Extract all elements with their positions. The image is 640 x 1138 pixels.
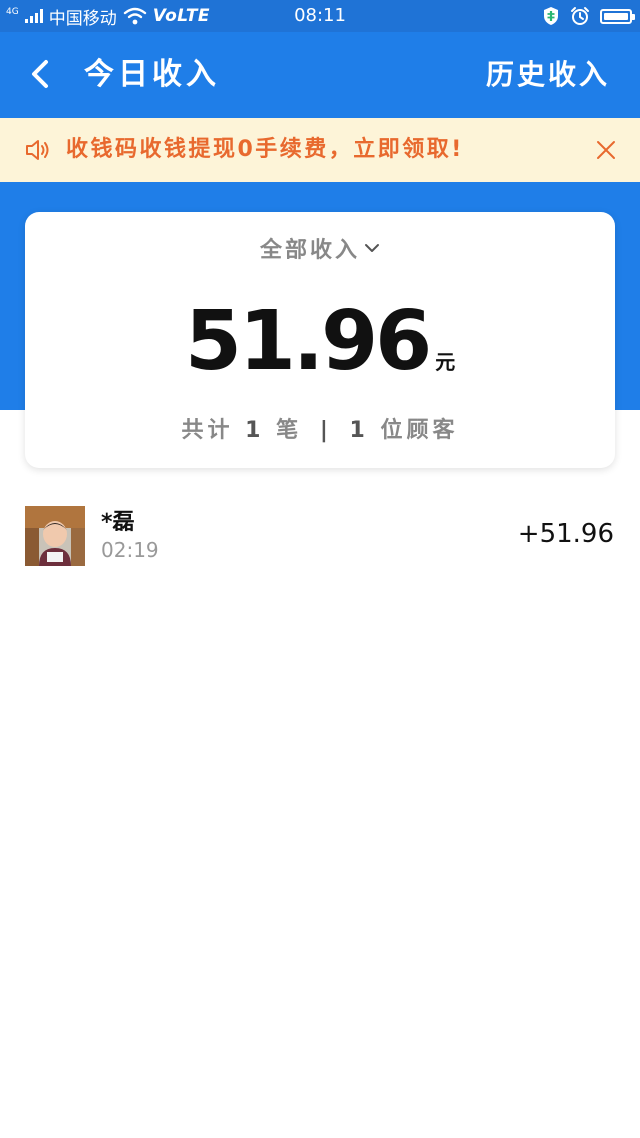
income-summary-card: 全部收入 51.96 元 共计 1 笔 | 1 位顾客	[25, 212, 615, 468]
stats-count-unit: 笔	[276, 418, 303, 443]
transaction-amount: +51.96	[517, 519, 614, 549]
promo-notice[interactable]: 收钱码收钱提现0手续费，立即领取!	[0, 118, 640, 182]
back-button[interactable]	[22, 54, 62, 94]
app-header: 今日收入 历史收入	[0, 32, 640, 118]
status-right	[542, 5, 635, 27]
stats-separator: |	[319, 418, 332, 443]
page-title: 今日收入	[84, 57, 220, 92]
income-filter[interactable]: 全部收入	[25, 232, 615, 264]
status-bar: 4G 中国移动 VoLTE 08:11	[0, 0, 640, 32]
chevron-down-icon	[365, 244, 379, 252]
close-icon[interactable]	[594, 138, 618, 162]
amount-row: 51.96 元	[25, 294, 615, 389]
speaker-icon	[26, 140, 49, 160]
stats-prefix: 共计	[181, 418, 234, 443]
alarm-clock-icon	[571, 7, 589, 25]
stats-count: 1	[245, 418, 265, 443]
avatar	[25, 506, 85, 566]
filter-label: 全部收入	[259, 238, 360, 263]
stats-customers: 1	[349, 418, 369, 443]
transaction-stats: 共计 1 笔 | 1 位顾客	[25, 412, 615, 444]
total-amount: 51.96	[184, 294, 432, 389]
notice-text: 收钱码收钱提现0手续费，立即领取!	[66, 137, 464, 162]
stats-customers-unit: 位顾客	[380, 418, 459, 443]
battery-icon	[600, 8, 635, 24]
payer-name: *磊	[101, 510, 135, 535]
shield-icon	[544, 7, 558, 25]
transaction-row[interactable]: *磊 02:19 +51.96	[0, 490, 640, 580]
currency-unit: 元	[435, 350, 456, 374]
transaction-time: 02:19	[101, 538, 159, 562]
history-income-button[interactable]: 历史收入	[486, 32, 610, 118]
